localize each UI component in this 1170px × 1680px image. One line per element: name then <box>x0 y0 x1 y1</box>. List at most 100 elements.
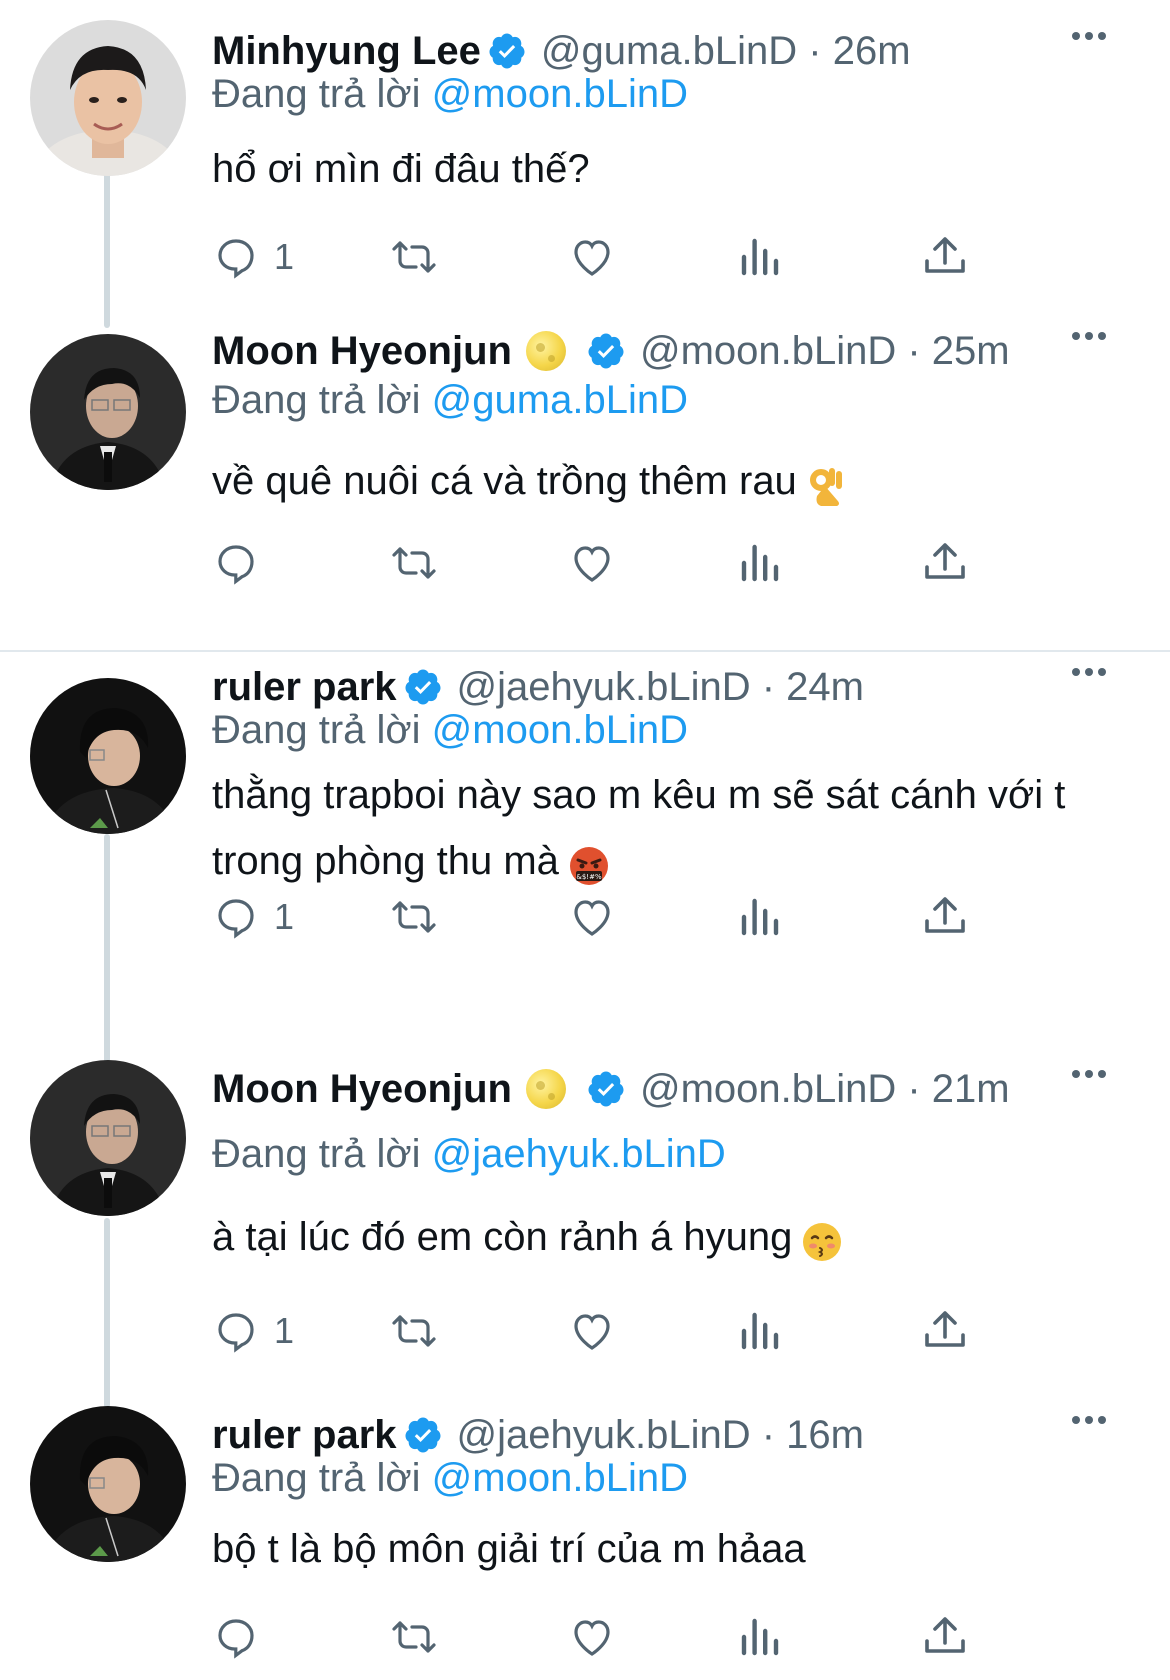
retweet-icon <box>387 539 441 587</box>
display-name[interactable]: Moon Hyeonjun <box>212 329 512 374</box>
replying-to: Đang trả lời @jaehyuk.bLinD <box>212 1132 726 1177</box>
share-icon <box>922 539 968 587</box>
tweet[interactable]: ruler park @jaehyuk.bLinD · 16m Đang trả… <box>0 1400 1170 1680</box>
tweet-actions <box>212 1612 1112 1662</box>
verified-badge-icon <box>487 31 527 71</box>
like-button[interactable] <box>568 232 616 282</box>
retweet-button[interactable] <box>387 538 441 588</box>
share-icon <box>922 1613 968 1661</box>
tweet-actions: 1 <box>212 892 1112 942</box>
reply-icon <box>212 893 260 941</box>
share-button[interactable] <box>922 892 968 942</box>
replying-to: Đang trả lời @moon.bLinD <box>212 1456 688 1501</box>
more-options-icon[interactable] <box>1072 32 1106 40</box>
tweet[interactable]: Minhyung Lee @guma.bLinD · 26m Đang trả … <box>0 0 1170 320</box>
reply-count: 1 <box>274 236 295 277</box>
handle-and-time[interactable]: @jaehyuk.bLinD · 16m <box>457 1413 864 1458</box>
retweet-icon <box>387 1307 441 1355</box>
tweet-text: thằng trapboi này sao m kêu m sẽ sát cán… <box>212 762 1142 894</box>
ok-hand-emoji <box>807 460 847 507</box>
retweet-button[interactable] <box>387 1612 441 1662</box>
tweet-header: Moon Hyeonjun @moon.bLinD · 21m <box>212 1062 1150 1116</box>
reply-button[interactable] <box>212 1612 274 1662</box>
mention-link[interactable]: @moon.bLinD <box>432 708 688 752</box>
display-name[interactable]: Minhyung Lee <box>212 29 481 74</box>
display-name[interactable]: ruler park <box>212 1413 397 1458</box>
views-analytics-icon <box>740 893 780 941</box>
tweet-header: Minhyung Lee @guma.bLinD · 26m <box>212 24 1150 78</box>
reply-button[interactable] <box>212 538 274 588</box>
avatar-moon-hyeonjun[interactable] <box>30 334 186 490</box>
reply-count: 1 <box>274 896 295 937</box>
retweet-button[interactable] <box>387 232 441 282</box>
views-analytics-icon <box>740 233 780 281</box>
verified-badge-icon <box>403 667 443 707</box>
views-button[interactable] <box>740 232 780 282</box>
mention-link[interactable]: @guma.bLinD <box>432 378 688 422</box>
like-button[interactable] <box>568 1612 616 1662</box>
more-options-icon[interactable] <box>1072 332 1106 340</box>
more-options-icon[interactable] <box>1072 1416 1106 1424</box>
share-button[interactable] <box>922 1306 968 1356</box>
like-button[interactable] <box>568 1306 616 1356</box>
mention-link[interactable]: @moon.bLinD <box>432 1456 688 1500</box>
share-icon <box>922 233 968 281</box>
handle-and-time[interactable]: @moon.bLinD · 21m <box>640 1067 1010 1112</box>
avatar-moon-hyeonjun[interactable] <box>30 1060 186 1216</box>
tweet-text-content: về quê nuôi cá và trồng thêm rau <box>212 459 797 503</box>
share-button[interactable] <box>922 232 968 282</box>
mention-link[interactable]: @moon.bLinD <box>432 72 688 116</box>
like-button[interactable] <box>568 538 616 588</box>
verified-badge-icon <box>403 1415 443 1455</box>
replying-label: Đang trả lời <box>212 708 421 752</box>
retweet-icon <box>387 893 441 941</box>
tweet[interactable]: ruler park @jaehyuk.bLinD · 24m Đang trả… <box>0 652 1170 1052</box>
tweet-text-content: hổ ơi mìn đi đâu thế? <box>212 147 590 191</box>
reply-icon <box>212 539 260 587</box>
tweet[interactable]: Moon Hyeonjun @moon.bLinD · 21m Đang trả… <box>0 1056 1170 1396</box>
replying-label: Đang trả lời <box>212 1132 421 1176</box>
tweet[interactable]: Moon Hyeonjun @moon.bLinD · 25m Đang trả… <box>0 320 1170 650</box>
handle-and-time[interactable]: @moon.bLinD · 25m <box>640 329 1010 374</box>
replying-to: Đang trả lời @moon.bLinD <box>212 708 688 753</box>
like-heart-icon <box>568 893 616 941</box>
tweet-text: hổ ơi mìn đi đâu thế? <box>212 136 1142 202</box>
reply-button[interactable]: 1 <box>212 892 294 942</box>
handle-and-time[interactable]: @guma.bLinD · 26m <box>541 29 911 74</box>
replying-label: Đang trả lời <box>212 378 421 422</box>
reply-button[interactable]: 1 <box>212 232 294 282</box>
retweet-icon <box>387 1613 441 1661</box>
tweet-text: về quê nuôi cá và trồng thêm rau <box>212 448 1142 514</box>
avatar-ruler-park[interactable] <box>30 1406 186 1562</box>
like-heart-icon <box>568 233 616 281</box>
like-button[interactable] <box>568 892 616 942</box>
tweet-header: ruler park @jaehyuk.bLinD · 24m <box>212 660 1150 714</box>
views-analytics-icon <box>740 1613 780 1661</box>
views-button[interactable] <box>740 1306 780 1356</box>
views-button[interactable] <box>740 538 780 588</box>
reply-icon <box>212 1307 260 1355</box>
cursing-face-emoji: &$!#% <box>569 840 609 886</box>
more-options-icon[interactable] <box>1072 668 1106 676</box>
retweet-button[interactable] <box>387 1306 441 1356</box>
replying-to: Đang trả lời @moon.bLinD <box>212 72 688 117</box>
avatar-ruler-park[interactable] <box>30 678 186 834</box>
retweet-icon <box>387 233 441 281</box>
reply-button[interactable]: 1 <box>212 1306 294 1356</box>
share-button[interactable] <box>922 1612 968 1662</box>
views-analytics-icon <box>740 1307 780 1355</box>
mention-link[interactable]: @jaehyuk.bLinD <box>432 1132 726 1176</box>
share-button[interactable] <box>922 538 968 588</box>
like-heart-icon <box>568 1613 616 1661</box>
display-name[interactable]: ruler park <box>212 665 397 710</box>
verified-badge-icon <box>586 1069 626 1109</box>
verified-badge-icon <box>586 331 626 371</box>
tweet-actions <box>212 538 1112 588</box>
handle-and-time[interactable]: @jaehyuk.bLinD · 24m <box>457 665 864 710</box>
display-name[interactable]: Moon Hyeonjun <box>212 1067 512 1112</box>
avatar-minhyung-lee[interactable] <box>30 20 186 176</box>
retweet-button[interactable] <box>387 892 441 942</box>
views-button[interactable] <box>740 892 780 942</box>
more-options-icon[interactable] <box>1072 1070 1106 1078</box>
views-button[interactable] <box>740 1612 780 1662</box>
